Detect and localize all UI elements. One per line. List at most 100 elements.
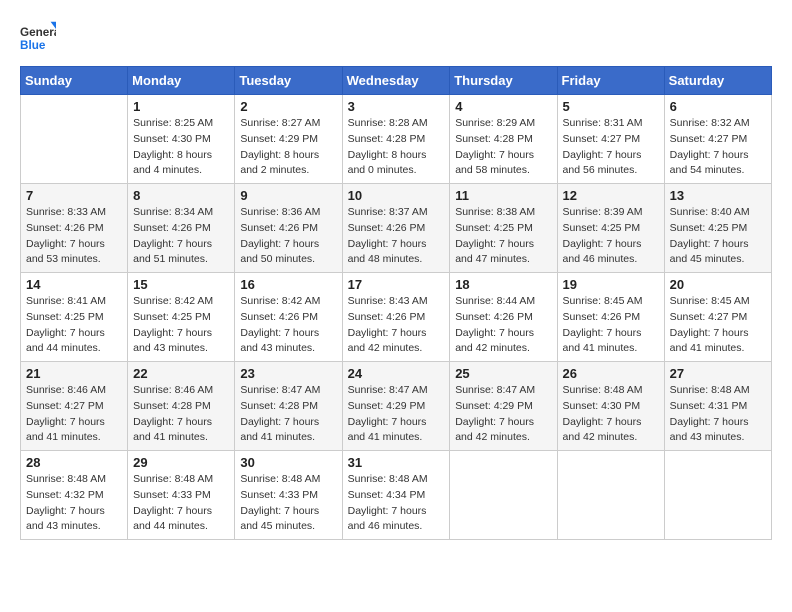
calendar-cell: 5 Sunrise: 8:31 AMSunset: 4:27 PMDaylight…	[557, 95, 664, 184]
day-info: Sunrise: 8:38 AMSunset: 4:25 PMDaylight:…	[455, 205, 551, 268]
day-number: 30	[240, 455, 336, 470]
day-number: 8	[133, 188, 229, 203]
calendar-cell: 2Sunrise: 8:27 AMSunset: 4:29 PMDaylight…	[235, 95, 342, 184]
calendar-cell: 28 Sunrise: 8:48 AMSunset: 4:32 PMDayligh…	[21, 451, 128, 540]
day-number: 18	[455, 277, 551, 292]
day-info: Sunrise: 8:39 AMSunset: 4:25 PMDaylight:…	[563, 205, 659, 268]
calendar-cell: 11 Sunrise: 8:38 AMSunset: 4:25 PMDayligh…	[450, 184, 557, 273]
day-info: Sunrise: 8:40 AMSunset: 4:25 PMDaylight:…	[670, 205, 766, 268]
day-info: Sunrise: 8:45 AMSunset: 4:26 PMDaylight:…	[563, 294, 659, 357]
day-number: 21	[26, 366, 122, 381]
calendar-cell: 13 Sunrise: 8:40 AMSunset: 4:25 PMDayligh…	[664, 184, 771, 273]
day-info: Sunrise: 8:42 AMSunset: 4:25 PMDaylight:…	[133, 294, 229, 357]
day-number: 7	[26, 188, 122, 203]
day-number: 26	[563, 366, 659, 381]
calendar-cell: 9 Sunrise: 8:36 AMSunset: 4:26 PMDaylight…	[235, 184, 342, 273]
day-info: Sunrise: 8:47 AMSunset: 4:29 PMDaylight:…	[348, 383, 445, 446]
calendar-cell: 7 Sunrise: 8:33 AMSunset: 4:26 PMDaylight…	[21, 184, 128, 273]
day-number: 29	[133, 455, 229, 470]
calendar-cell	[557, 451, 664, 540]
logo: General Blue	[20, 20, 56, 56]
day-info: Sunrise: 8:36 AMSunset: 4:26 PMDaylight:…	[240, 205, 336, 268]
day-number: 27	[670, 366, 766, 381]
calendar-cell: 30Sunrise: 8:48 AMSunset: 4:33 PMDayligh…	[235, 451, 342, 540]
day-number: 12	[563, 188, 659, 203]
day-info: Sunrise: 8:28 AMSunset: 4:28 PMDaylight:…	[348, 116, 445, 179]
day-info: Sunrise: 8:46 AMSunset: 4:27 PMDaylight:…	[26, 383, 122, 446]
day-info: Sunrise: 8:41 AMSunset: 4:25 PMDaylight:…	[26, 294, 122, 357]
day-number: 1	[133, 99, 229, 114]
weekday-header-monday: Monday	[128, 67, 235, 95]
calendar-cell: 1 Sunrise: 8:25 AMSunset: 4:30 PMDaylight…	[128, 95, 235, 184]
calendar-cell	[664, 451, 771, 540]
weekday-header-thursday: Thursday	[450, 67, 557, 95]
calendar-cell: 6 Sunrise: 8:32 AMSunset: 4:27 PMDaylight…	[664, 95, 771, 184]
calendar-cell: 8Sunrise: 8:34 AMSunset: 4:26 PMDaylight…	[128, 184, 235, 273]
calendar-cell: 3 Sunrise: 8:28 AMSunset: 4:28 PMDaylight…	[342, 95, 450, 184]
calendar-cell: 22Sunrise: 8:46 AMSunset: 4:28 PMDayligh…	[128, 362, 235, 451]
day-info: Sunrise: 8:48 AMSunset: 4:33 PMDaylight:…	[133, 472, 229, 535]
calendar-cell: 27 Sunrise: 8:48 AMSunset: 4:31 PMDayligh…	[664, 362, 771, 451]
day-number: 9	[240, 188, 336, 203]
calendar-cell: 21 Sunrise: 8:46 AMSunset: 4:27 PMDayligh…	[21, 362, 128, 451]
day-number: 14	[26, 277, 122, 292]
day-number: 15	[133, 277, 229, 292]
calendar-cell: 4 Sunrise: 8:29 AMSunset: 4:28 PMDaylight…	[450, 95, 557, 184]
day-number: 22	[133, 366, 229, 381]
weekday-header-saturday: Saturday	[664, 67, 771, 95]
day-info: Sunrise: 8:43 AMSunset: 4:26 PMDaylight:…	[348, 294, 445, 357]
day-info: Sunrise: 8:29 AMSunset: 4:28 PMDaylight:…	[455, 116, 551, 179]
calendar-cell: 23 Sunrise: 8:47 AMSunset: 4:28 PMDayligh…	[235, 362, 342, 451]
weekday-header-tuesday: Tuesday	[235, 67, 342, 95]
svg-text:Blue: Blue	[20, 39, 46, 52]
day-info: Sunrise: 8:48 AMSunset: 4:32 PMDaylight:…	[26, 472, 122, 535]
day-number: 11	[455, 188, 551, 203]
day-number: 19	[563, 277, 659, 292]
weekday-header-wednesday: Wednesday	[342, 67, 450, 95]
calendar-cell: 10Sunrise: 8:37 AMSunset: 4:26 PMDayligh…	[342, 184, 450, 273]
calendar-cell: 29 Sunrise: 8:48 AMSunset: 4:33 PMDayligh…	[128, 451, 235, 540]
day-info: Sunrise: 8:42 AMSunset: 4:26 PMDaylight:…	[240, 294, 336, 357]
day-info: Sunrise: 8:33 AMSunset: 4:26 PMDaylight:…	[26, 205, 122, 268]
calendar-cell: 14 Sunrise: 8:41 AMSunset: 4:25 PMDayligh…	[21, 273, 128, 362]
day-info: Sunrise: 8:31 AMSunset: 4:27 PMDaylight:…	[563, 116, 659, 179]
calendar-cell: 12 Sunrise: 8:39 AMSunset: 4:25 PMDayligh…	[557, 184, 664, 273]
weekday-header-sunday: Sunday	[21, 67, 128, 95]
day-info: Sunrise: 8:47 AMSunset: 4:28 PMDaylight:…	[240, 383, 336, 446]
day-number: 5	[563, 99, 659, 114]
weekday-header-friday: Friday	[557, 67, 664, 95]
day-info: Sunrise: 8:45 AMSunset: 4:27 PMDaylight:…	[670, 294, 766, 357]
day-number: 31	[348, 455, 445, 470]
day-info: Sunrise: 8:32 AMSunset: 4:27 PMDaylight:…	[670, 116, 766, 179]
day-number: 20	[670, 277, 766, 292]
day-number: 24	[348, 366, 445, 381]
day-number: 17	[348, 277, 445, 292]
calendar-cell: 16 Sunrise: 8:42 AMSunset: 4:26 PMDayligh…	[235, 273, 342, 362]
calendar-cell: 17 Sunrise: 8:43 AMSunset: 4:26 PMDayligh…	[342, 273, 450, 362]
day-info: Sunrise: 8:47 AMSunset: 4:29 PMDaylight:…	[455, 383, 551, 446]
header-area: General Blue	[20, 20, 772, 56]
calendar-cell: 15 Sunrise: 8:42 AMSunset: 4:25 PMDayligh…	[128, 273, 235, 362]
day-info: Sunrise: 8:25 AMSunset: 4:30 PMDaylight:…	[133, 116, 229, 179]
calendar-cell: 19 Sunrise: 8:45 AMSunset: 4:26 PMDayligh…	[557, 273, 664, 362]
day-number: 4	[455, 99, 551, 114]
day-info: Sunrise: 8:48 AMSunset: 4:30 PMDaylight:…	[563, 383, 659, 446]
day-number: 13	[670, 188, 766, 203]
day-info: Sunrise: 8:48 AMSunset: 4:31 PMDaylight:…	[670, 383, 766, 446]
day-number: 23	[240, 366, 336, 381]
day-number: 6	[670, 99, 766, 114]
day-info: Sunrise: 8:27 AMSunset: 4:29 PMDaylight:…	[240, 116, 336, 179]
calendar-cell: 24 Sunrise: 8:47 AMSunset: 4:29 PMDayligh…	[342, 362, 450, 451]
day-info: Sunrise: 8:37 AMSunset: 4:26 PMDaylight:…	[348, 205, 445, 268]
svg-text:General: General	[20, 26, 56, 39]
calendar-cell	[450, 451, 557, 540]
day-info: Sunrise: 8:48 AMSunset: 4:34 PMDaylight:…	[348, 472, 445, 535]
calendar-cell: 20 Sunrise: 8:45 AMSunset: 4:27 PMDayligh…	[664, 273, 771, 362]
calendar-cell: 25Sunrise: 8:47 AMSunset: 4:29 PMDayligh…	[450, 362, 557, 451]
day-number: 28	[26, 455, 122, 470]
calendar-cell	[21, 95, 128, 184]
day-info: Sunrise: 8:44 AMSunset: 4:26 PMDaylight:…	[455, 294, 551, 357]
day-number: 3	[348, 99, 445, 114]
day-number: 16	[240, 277, 336, 292]
calendar-cell: 26 Sunrise: 8:48 AMSunset: 4:30 PMDayligh…	[557, 362, 664, 451]
